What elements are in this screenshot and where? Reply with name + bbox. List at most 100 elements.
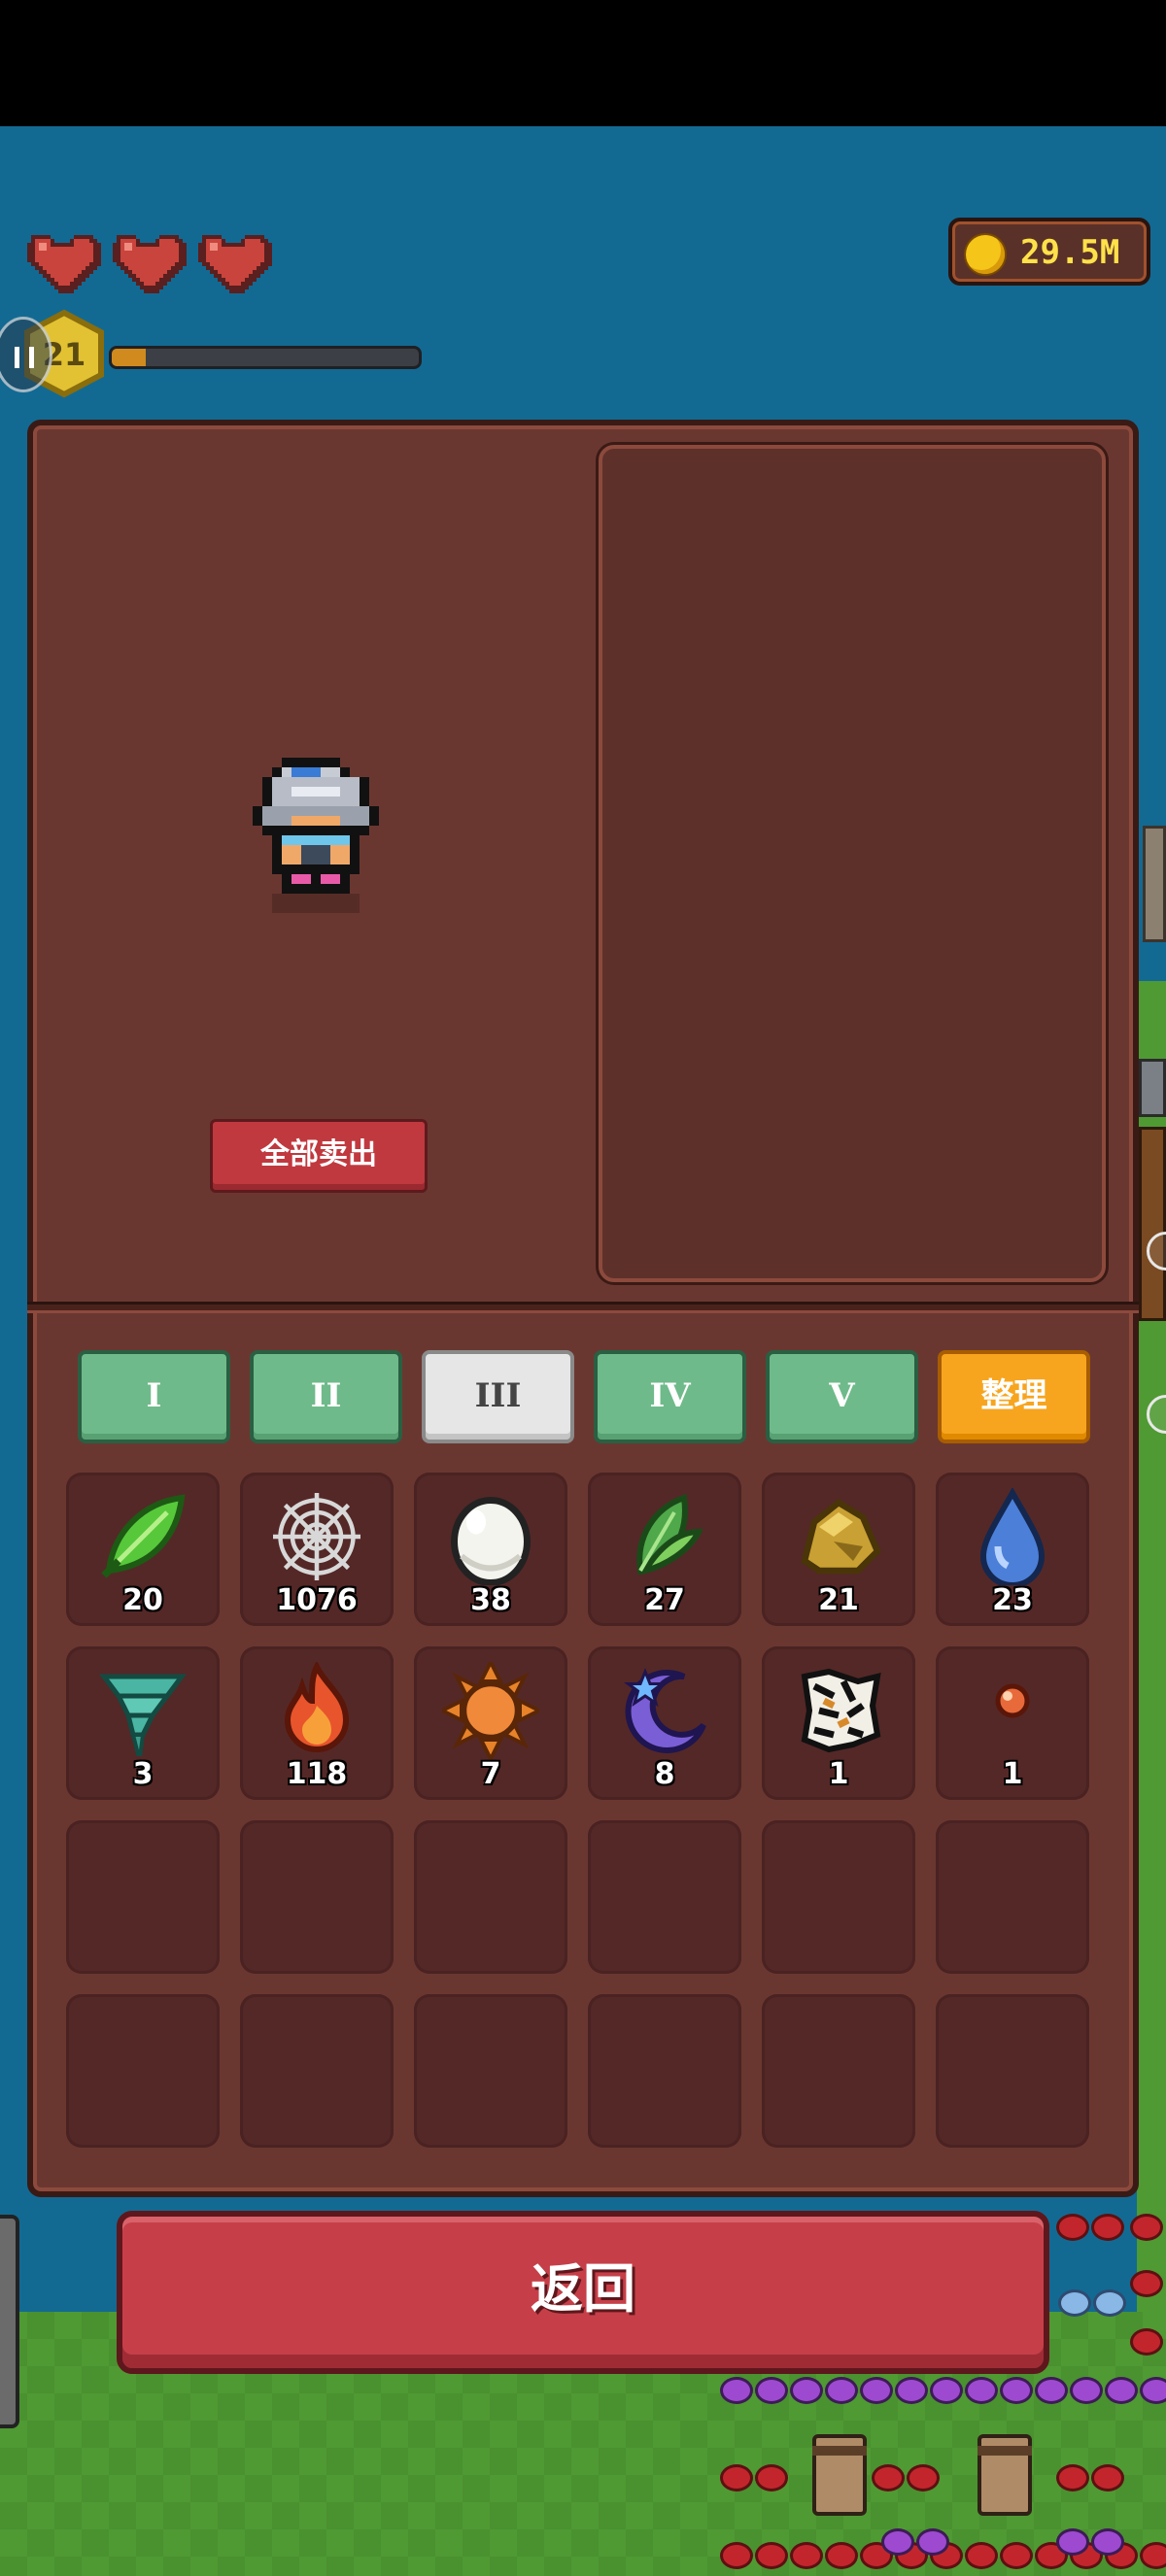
inventory-slot[interactable]: 38 <box>414 1473 567 1626</box>
tornado-icon <box>94 1662 191 1759</box>
stone-block <box>1139 1059 1166 1117</box>
inventory-slot[interactable]: 23 <box>936 1473 1089 1626</box>
flower <box>828 2380 855 2401</box>
empty-inventory-slot[interactable] <box>936 1820 1089 1974</box>
fire-icon <box>268 1660 365 1759</box>
empty-inventory-slot[interactable] <box>240 1994 394 2148</box>
inventory-slot[interactable]: 21 <box>762 1473 915 1626</box>
inventory-slot[interactable]: 1 <box>762 1646 915 1800</box>
item-count: 38 <box>470 1583 511 1617</box>
item-count: 1076 <box>276 1583 358 1617</box>
item-detail-box <box>599 445 1106 1282</box>
sound-icon <box>15 347 34 368</box>
flower <box>968 2380 995 2401</box>
flower <box>933 2380 960 2401</box>
flower <box>1003 2545 1030 2566</box>
inventory-slot[interactable]: 27 <box>588 1473 741 1626</box>
item-count: 21 <box>818 1583 859 1617</box>
green-leaf-icon <box>94 1488 191 1585</box>
flower <box>1059 2217 1086 2238</box>
flower <box>1094 2531 1121 2553</box>
flower <box>1059 2531 1086 2553</box>
gold-ore-icon <box>790 1488 887 1585</box>
heart-icon <box>113 235 187 293</box>
flower <box>874 2467 902 2489</box>
empty-inventory-slot[interactable] <box>240 1820 394 1974</box>
empty-inventory-slot[interactable] <box>66 1820 220 1974</box>
empty-inventory-slot[interactable] <box>936 1994 1089 2148</box>
flower <box>1094 2467 1121 2489</box>
flower <box>758 2545 785 2566</box>
flower <box>758 2380 785 2401</box>
tab-1[interactable]: I <box>78 1350 230 1443</box>
flower <box>1038 2380 1065 2401</box>
inventory-grid: 20 1076 38 27 21 23 3 118 7 8 1 1 <box>66 1473 1089 2148</box>
flower <box>793 2545 820 2566</box>
inventory-slot[interactable]: 20 <box>66 1473 220 1626</box>
item-count: 7 <box>480 1757 501 1791</box>
flower <box>1061 2292 1088 2314</box>
red-bead-icon <box>964 1662 1061 1759</box>
sell-all-button[interactable]: 全部卖出 <box>210 1119 428 1193</box>
inventory-tabs: I II III IV V 整理 <box>78 1350 1090 1443</box>
flower <box>1143 2380 1166 2401</box>
flower <box>723 2380 750 2401</box>
coin-counter: 29.5M <box>948 218 1150 286</box>
item-count: 27 <box>644 1583 685 1617</box>
item-count: 8 <box>654 1757 675 1791</box>
back-button[interactable]: 返回 <box>117 2211 1049 2374</box>
moon-star-icon <box>616 1662 713 1759</box>
flower <box>723 2545 750 2566</box>
tab-3[interactable]: III <box>422 1350 574 1443</box>
barrel <box>977 2434 1032 2516</box>
empty-inventory-slot[interactable] <box>414 1994 567 2148</box>
coin-amount: 29.5M <box>1020 233 1120 272</box>
item-count: 118 <box>286 1757 348 1791</box>
flower <box>968 2545 995 2566</box>
sort-button[interactable]: 整理 <box>938 1350 1090 1443</box>
xp-bar <box>109 346 422 369</box>
flower <box>1003 2380 1030 2401</box>
empty-inventory-slot[interactable] <box>414 1820 567 1974</box>
flower <box>1073 2380 1100 2401</box>
inventory-slot[interactable]: 8 <box>588 1646 741 1800</box>
item-count: 1 <box>1002 1757 1023 1791</box>
flower <box>758 2467 785 2489</box>
inventory-slot[interactable]: 118 <box>240 1646 394 1800</box>
health-hearts <box>23 231 272 293</box>
empty-inventory-slot[interactable] <box>66 1994 220 2148</box>
empty-inventory-slot[interactable] <box>762 1994 915 2148</box>
status-bar <box>0 0 1166 126</box>
item-count: 1 <box>828 1757 849 1791</box>
flower <box>1143 2545 1166 2566</box>
coin-icon <box>966 235 1005 274</box>
flower <box>909 2467 937 2489</box>
white-egg-icon <box>442 1488 539 1586</box>
tab-2[interactable]: II <box>250 1350 402 1443</box>
barrel <box>812 2434 867 2516</box>
tab-4[interactable]: IV <box>594 1350 746 1443</box>
empty-inventory-slot[interactable] <box>588 1820 741 1974</box>
xp-bar-fill <box>112 349 146 366</box>
flower <box>1133 2273 1160 2294</box>
flower <box>1108 2380 1135 2401</box>
stone-statue <box>1143 826 1166 942</box>
empty-inventory-slot[interactable] <box>762 1820 915 1974</box>
item-count: 3 <box>132 1757 154 1791</box>
water-drop-icon <box>964 1486 1061 1588</box>
tiger-pelt-icon <box>790 1662 887 1759</box>
inventory-slot[interactable]: 1 <box>936 1646 1089 1800</box>
flower <box>723 2467 750 2489</box>
heart-icon <box>198 235 272 293</box>
inventory-slot[interactable]: 3 <box>66 1646 220 1800</box>
item-count: 20 <box>122 1583 163 1617</box>
flower <box>793 2380 820 2401</box>
tab-5[interactable]: V <box>766 1350 918 1443</box>
flower <box>1096 2292 1123 2314</box>
inventory-slot[interactable]: 1076 <box>240 1473 394 1626</box>
empty-inventory-slot[interactable] <box>588 1994 741 2148</box>
inventory-slot[interactable]: 7 <box>414 1646 567 1800</box>
flower <box>1059 2467 1086 2489</box>
flower <box>828 2545 855 2566</box>
herb-leaf-icon <box>616 1488 713 1585</box>
